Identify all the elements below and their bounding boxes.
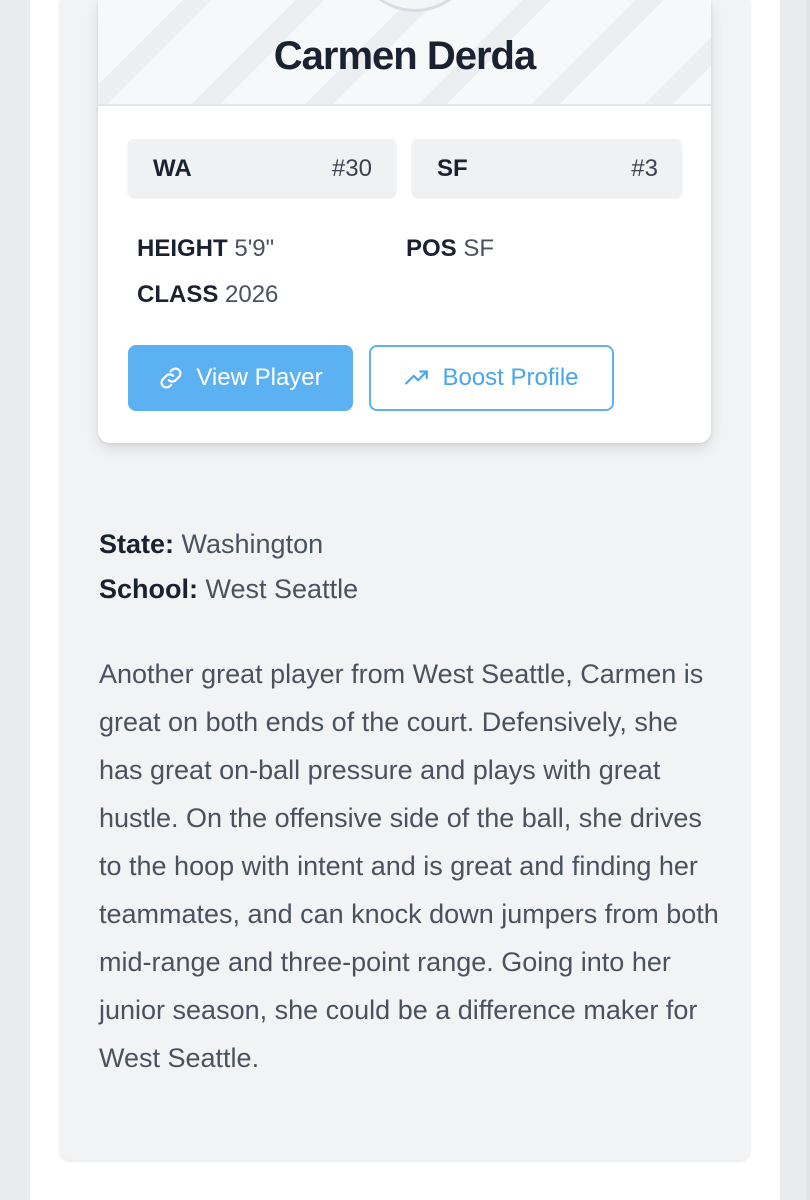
height-stat: HEIGHT 5'9" [137, 235, 274, 263]
player-card: Carmen Derda WA #30 SF #3 HEIGHT 5'9" PO… [98, 0, 711, 443]
position-stat: POS SF [406, 235, 494, 263]
boost-profile-button[interactable]: Boost Profile [369, 345, 614, 411]
class-value: 2026 [225, 281, 279, 308]
position-rank: #3 [631, 155, 658, 182]
school-value: West Seattle [205, 574, 359, 604]
school-label: School: [99, 574, 198, 604]
position-rank-badge: SF #3 [412, 139, 682, 197]
pos-label: POS [406, 235, 457, 262]
state-info: State: Washington [99, 529, 323, 560]
link-icon [158, 365, 184, 391]
state-rank-badge: WA #30 [128, 139, 396, 197]
school-info: School: West Seattle [99, 574, 358, 605]
player-name: Carmen Derda [273, 34, 536, 78]
view-player-button[interactable]: View Player [128, 345, 353, 411]
avatar [354, 0, 476, 12]
boost-profile-label: Boost Profile [442, 364, 579, 391]
state-value: Washington [181, 529, 324, 559]
height-label: HEIGHT [137, 235, 228, 262]
state-abbr: WA [153, 155, 192, 182]
view-player-label: View Player [196, 364, 323, 391]
height-value: 5'9" [234, 235, 275, 262]
trending-up-icon [404, 365, 430, 391]
class-stat: CLASS 2026 [137, 281, 278, 309]
state-rank: #30 [331, 155, 372, 182]
class-label: CLASS [137, 281, 219, 308]
scrollbar[interactable] [806, 0, 810, 1200]
position-abbr: SF [437, 155, 468, 182]
state-label: State: [99, 529, 175, 559]
player-bio: Another great player from West Seattle, … [99, 659, 719, 1073]
card-header: Carmen Derda [98, 0, 711, 106]
pos-value: SF [463, 235, 495, 262]
